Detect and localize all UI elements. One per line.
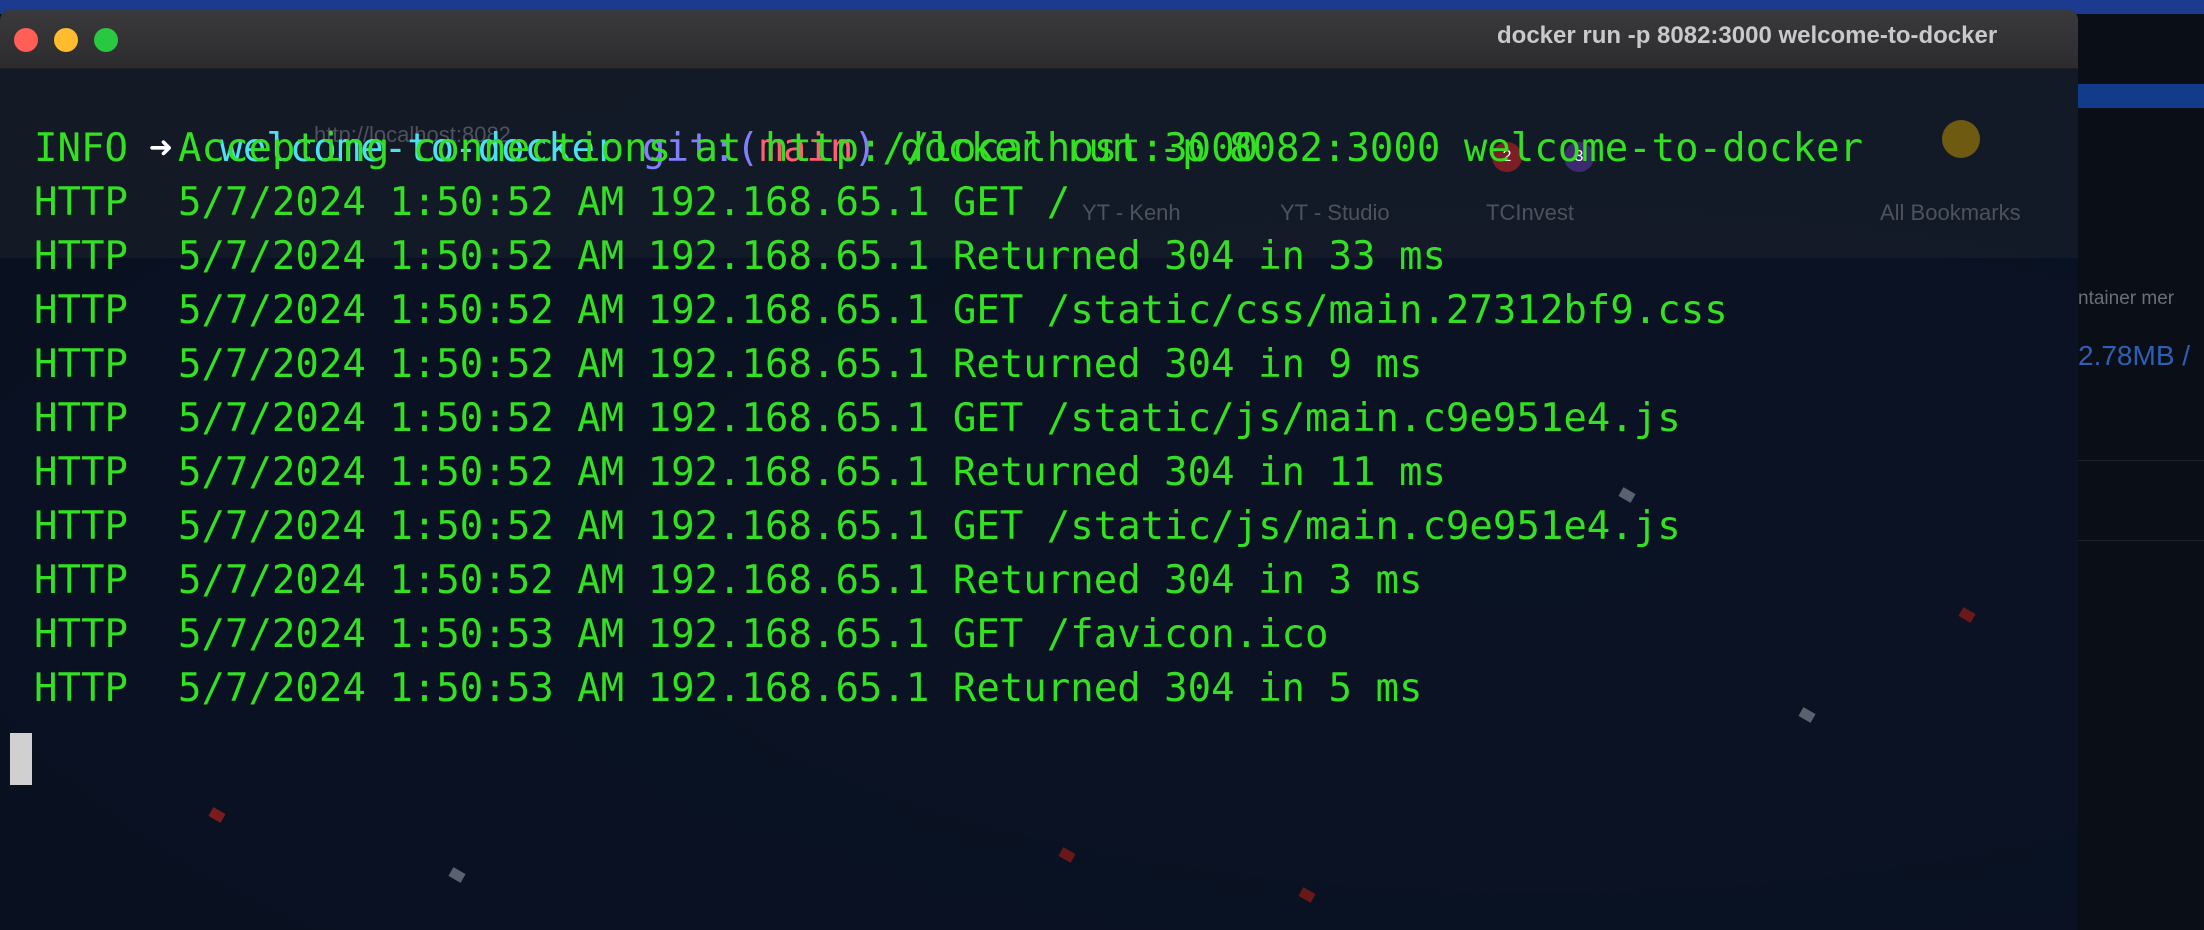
terminal-window[interactable]: docker run -p 8082:3000 welcome-to-docke… xyxy=(0,10,2078,930)
log-level: HTTP xyxy=(34,342,128,387)
log-line: HTTP 5/7/2024 1:50:52 AM 192.168.65.1 GET… xyxy=(34,176,1070,230)
background-panel-value: 2.78MB / xyxy=(2078,340,2191,371)
log-message: 5/7/2024 1:50:52 AM 192.168.65.1 GET /st… xyxy=(178,396,1681,441)
log-message: 5/7/2024 1:50:52 AM 192.168.65.1 Returne… xyxy=(178,558,1423,603)
window-title-text: docker run -p 8082:3000 welcome-to-docke… xyxy=(1497,22,1998,49)
log-message: Accepting connections at http://localhos… xyxy=(178,126,1259,171)
log-level: HTTP xyxy=(34,558,128,603)
log-line: HTTP 5/7/2024 1:50:52 AM 192.168.65.1 Ret… xyxy=(34,554,1422,608)
background-docker-panel xyxy=(2078,14,2204,930)
log-message: 5/7/2024 1:50:52 AM 192.168.65.1 GET /st… xyxy=(178,504,1681,549)
log-level: HTTP xyxy=(34,396,128,441)
background-blue-strip xyxy=(2078,84,2204,108)
log-level: INFO xyxy=(34,126,128,171)
log-level: HTTP xyxy=(34,288,128,333)
log-message: 5/7/2024 1:50:52 AM 192.168.65.1 Returne… xyxy=(178,342,1423,387)
log-message: 5/7/2024 1:50:52 AM 192.168.65.1 GET /st… xyxy=(178,288,1728,333)
log-message: 5/7/2024 1:50:52 AM 192.168.65.1 Returne… xyxy=(178,234,1446,279)
maximize-icon[interactable] xyxy=(94,28,118,52)
log-level: HTTP xyxy=(34,612,128,657)
close-icon[interactable] xyxy=(14,28,38,52)
background-divider xyxy=(2078,460,2204,461)
log-level: HTTP xyxy=(34,504,128,549)
log-line: HTTP 5/7/2024 1:50:52 AM 192.168.65.1 GET… xyxy=(34,392,1681,446)
log-line: HTTP 5/7/2024 1:50:52 AM 192.168.65.1 Ret… xyxy=(34,446,1446,500)
log-level: HTTP xyxy=(34,666,128,711)
log-message: 5/7/2024 1:50:53 AM 192.168.65.1 GET /fa… xyxy=(178,612,1329,657)
cursor-block xyxy=(10,733,32,785)
log-level: HTTP xyxy=(34,180,128,225)
log-line: INFO Accepting connections at http://loca… xyxy=(34,122,1258,176)
log-line: HTTP 5/7/2024 1:50:52 AM 192.168.65.1 GET… xyxy=(34,500,1681,554)
log-message: 5/7/2024 1:50:52 AM 192.168.65.1 GET / xyxy=(178,180,1071,225)
log-line: HTTP 5/7/2024 1:50:53 AM 192.168.65.1 Ret… xyxy=(34,662,1422,716)
background-divider xyxy=(2078,540,2204,541)
log-level: HTTP xyxy=(34,450,128,495)
log-line: HTTP 5/7/2024 1:50:52 AM 192.168.65.1 Ret… xyxy=(34,230,1446,284)
log-line: HTTP 5/7/2024 1:50:52 AM 192.168.65.1 GET… xyxy=(34,284,1728,338)
log-level: HTTP xyxy=(34,234,128,279)
log-line: HTTP 5/7/2024 1:50:53 AM 192.168.65.1 GET… xyxy=(34,608,1329,662)
background-panel-label: ntainer mer xyxy=(2078,288,2175,309)
minimize-icon[interactable] xyxy=(54,28,78,52)
log-line: HTTP 5/7/2024 1:50:52 AM 192.168.65.1 Ret… xyxy=(34,338,1422,392)
terminal-output[interactable]: ➜ welcome-to-docker git:(main) docker ru… xyxy=(0,68,2078,930)
log-message: 5/7/2024 1:50:52 AM 192.168.65.1 Returne… xyxy=(178,450,1446,495)
log-message: 5/7/2024 1:50:53 AM 192.168.65.1 Returne… xyxy=(178,666,1423,711)
prompt-line: ➜ welcome-to-docker git:(main) docker ru… xyxy=(8,68,1863,171)
terminal-titlebar[interactable]: docker run -p 8082:3000 welcome-to-docke… xyxy=(0,10,2078,69)
